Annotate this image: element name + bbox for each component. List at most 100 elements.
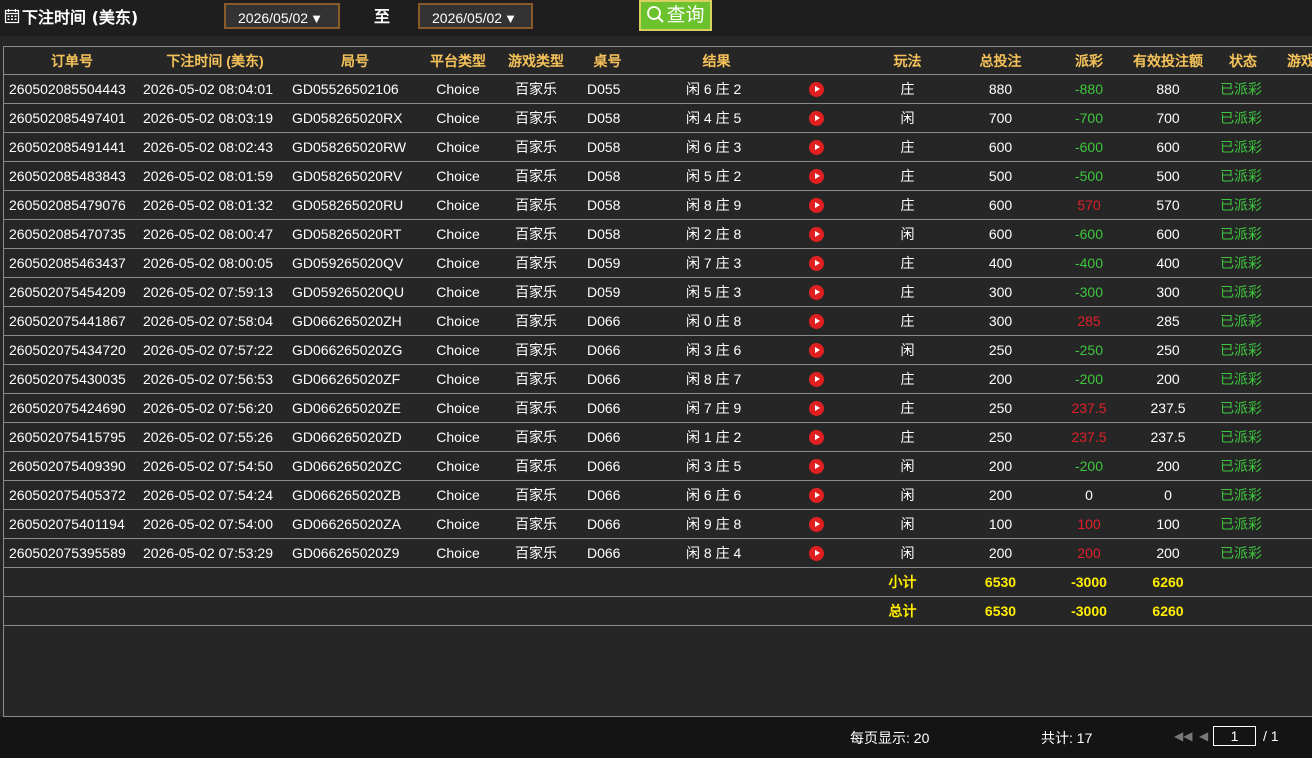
video-cell[interactable] [794, 219, 864, 249]
play-video-icon[interactable] [809, 169, 824, 185]
bet-time-cell: 2026-05-02 07:57:22 [140, 335, 290, 365]
valid-bet-cell: 200 [1128, 538, 1208, 568]
total-bet-cell: 250 [951, 422, 1050, 452]
video-cell[interactable] [794, 364, 864, 394]
platform-cell: Choice [420, 74, 496, 104]
bet-type-cell: 庄 [864, 161, 951, 191]
filter-title: 下注时间 (美东) [22, 8, 139, 27]
bet-time-cell: 2026-05-02 07:53:29 [140, 538, 290, 568]
valid-bet-cell: 500 [1128, 161, 1208, 191]
status-cell: 已派彩 [1208, 306, 1278, 336]
play-video-icon[interactable] [809, 198, 824, 214]
game-type-cell: 百家乐 [496, 132, 576, 162]
video-cell[interactable] [794, 132, 864, 162]
video-cell[interactable] [794, 74, 864, 104]
total-bet-cell: 400 [951, 248, 1050, 278]
summary-total-bet: 6530 [951, 596, 1050, 626]
play-video-icon[interactable] [809, 227, 824, 243]
play-video-icon[interactable] [809, 546, 824, 562]
game-cell [1278, 480, 1312, 510]
game-type-cell: 百家乐 [496, 103, 576, 133]
platform-cell: Choice [420, 538, 496, 568]
page-number-input[interactable]: 1 [1213, 726, 1256, 746]
result-cell: 闲 4 庄 5 [639, 103, 794, 133]
video-cell[interactable] [794, 161, 864, 191]
order-id-cell: 260502085504443 [4, 74, 140, 104]
video-cell[interactable] [794, 422, 864, 452]
bet-time-cell: 2026-05-02 08:04:01 [140, 74, 290, 104]
play-video-icon[interactable] [809, 401, 824, 417]
table-row: 260502075454209 2026-05-02 07:59:13 GD0592… [4, 277, 1312, 307]
play-video-icon[interactable] [809, 82, 824, 98]
status-cell: 已派彩 [1208, 422, 1278, 452]
table-id-cell: D059 [576, 277, 639, 307]
play-video-icon[interactable] [809, 488, 824, 504]
bet-time-cell: 2026-05-02 07:54:00 [140, 509, 290, 539]
round-id-cell: GD066265020ZA [290, 509, 420, 539]
column-header: 平台类型 [420, 47, 496, 75]
result-cell: 闲 5 庄 3 [639, 277, 794, 307]
game-type-cell: 百家乐 [496, 161, 576, 191]
query-button[interactable]: 查询 [639, 0, 712, 31]
video-cell[interactable] [794, 190, 864, 220]
column-header [794, 47, 864, 75]
video-cell[interactable] [794, 393, 864, 423]
video-cell[interactable] [794, 248, 864, 278]
video-cell[interactable] [794, 451, 864, 481]
order-id-cell: 260502075441867 [4, 306, 140, 336]
payout-cell: -400 [1050, 248, 1128, 278]
result-cell: 闲 8 庄 4 [639, 538, 794, 568]
video-cell[interactable] [794, 306, 864, 336]
play-video-icon[interactable] [809, 372, 824, 388]
game-type-cell: 百家乐 [496, 364, 576, 394]
payout-cell: -500 [1050, 161, 1128, 191]
search-icon [647, 6, 665, 23]
grand-total-row: 总计 6530 -3000 6260 [4, 596, 1312, 626]
status-cell: 已派彩 [1208, 364, 1278, 394]
play-video-icon[interactable] [809, 140, 824, 156]
bet-type-cell: 庄 [864, 393, 951, 423]
video-cell[interactable] [794, 538, 864, 568]
game-cell [1278, 364, 1312, 394]
video-cell[interactable] [794, 103, 864, 133]
result-cell: 闲 6 庄 2 [639, 74, 794, 104]
play-video-icon[interactable] [809, 459, 824, 475]
game-type-cell: 百家乐 [496, 190, 576, 220]
result-cell: 闲 2 庄 8 [639, 219, 794, 249]
play-video-icon[interactable] [809, 111, 824, 127]
prev-page-icon[interactable]: ◀ [1199, 729, 1208, 743]
table-row: 260502085470735 2026-05-02 08:00:47 GD0582… [4, 219, 1312, 249]
result-cell: 闲 0 庄 8 [639, 306, 794, 336]
valid-bet-cell: 570 [1128, 190, 1208, 220]
video-cell[interactable] [794, 277, 864, 307]
total-bet-cell: 100 [951, 509, 1050, 539]
bet-type-cell: 庄 [864, 364, 951, 394]
order-id-cell: 260502085483843 [4, 161, 140, 191]
valid-bet-cell: 0 [1128, 480, 1208, 510]
game-cell [1278, 393, 1312, 423]
payout-cell: 0 [1050, 480, 1128, 510]
play-video-icon[interactable] [809, 285, 824, 301]
bet-type-cell: 闲 [864, 480, 951, 510]
play-video-icon[interactable] [809, 343, 824, 359]
table-row: 260502085491441 2026-05-02 08:02:43 GD0582… [4, 132, 1312, 162]
summary-label: 小计 [864, 567, 951, 597]
video-cell[interactable] [794, 509, 864, 539]
payout-cell: -250 [1050, 335, 1128, 365]
order-id-cell: 260502075424690 [4, 393, 140, 423]
video-cell[interactable] [794, 335, 864, 365]
play-video-icon[interactable] [809, 256, 824, 272]
play-video-icon[interactable] [809, 314, 824, 330]
status-cell: 已派彩 [1208, 219, 1278, 249]
video-cell[interactable] [794, 480, 864, 510]
first-page-icon[interactable]: ◀◀ [1174, 729, 1192, 743]
start-date-picker[interactable]: 2026/05/02 ▼ [224, 3, 340, 29]
table-id-cell: D058 [576, 132, 639, 162]
end-date-picker[interactable]: 2026/05/02 ▼ [418, 3, 533, 29]
round-id-cell: GD066265020Z9 [290, 538, 420, 568]
play-video-icon[interactable] [809, 430, 824, 446]
total-bet-cell: 250 [951, 393, 1050, 423]
play-video-icon[interactable] [809, 517, 824, 533]
page-total: / 1 [1263, 728, 1279, 744]
valid-bet-cell: 237.5 [1128, 393, 1208, 423]
